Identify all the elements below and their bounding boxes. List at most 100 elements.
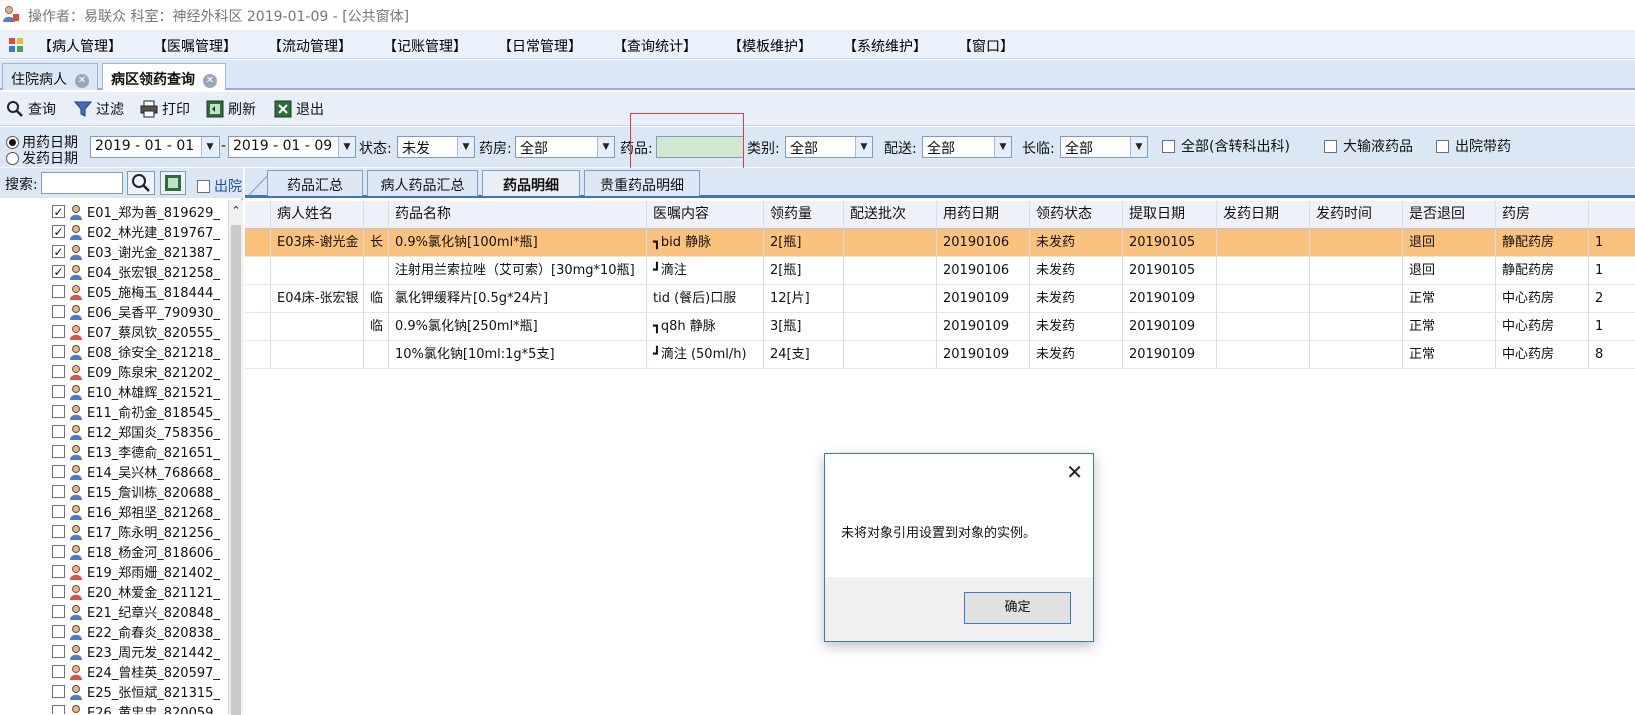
cell-returned[interactable]: 正常 bbox=[1403, 313, 1496, 341]
cell-dispense-date[interactable] bbox=[1217, 257, 1310, 285]
column-header-pharmacy[interactable]: 药房 bbox=[1496, 201, 1589, 229]
patient-list-item[interactable]: E16_郑祖坚_821268_ bbox=[52, 502, 220, 521]
patient-list-item[interactable]: E26_黄忠忠_820059_ bbox=[52, 702, 220, 714]
cell-delivery-batch[interactable] bbox=[844, 341, 937, 369]
radio-dispense-date[interactable]: 发药日期 bbox=[6, 148, 78, 168]
column-header-extra[interactable] bbox=[1589, 201, 1635, 229]
patient-list-item[interactable]: E14_吴兴林_768668_ bbox=[52, 462, 220, 481]
checkbox[interactable] bbox=[52, 445, 65, 458]
radio-button[interactable] bbox=[6, 151, 19, 165]
close-icon[interactable]: ✕ bbox=[203, 74, 217, 88]
patient-list-item[interactable]: E11_俞礽金_818545_ bbox=[52, 402, 220, 421]
close-icon[interactable]: ✕ bbox=[75, 74, 89, 88]
tab-valuable-drug-detail[interactable]: 贵重药品明细 bbox=[584, 170, 700, 196]
patient-list-item[interactable]: E12_郑国炎_758356_ bbox=[52, 422, 220, 441]
checkbox[interactable] bbox=[52, 205, 65, 218]
cell-dispense-time[interactable] bbox=[1310, 341, 1403, 369]
cell-order-content[interactable]: ┛滴注 (50ml/h) bbox=[647, 341, 764, 369]
cell-dispense-time[interactable] bbox=[1310, 229, 1403, 257]
cell-extra[interactable]: 2 bbox=[1589, 285, 1635, 313]
cell-dispense-date[interactable] bbox=[1217, 285, 1310, 313]
cell-status[interactable]: 未发药 bbox=[1030, 341, 1123, 369]
checkbox[interactable] bbox=[52, 545, 65, 558]
cell-use-date[interactable]: 20190106 bbox=[937, 257, 1030, 285]
cell-extra[interactable]: 8 bbox=[1589, 341, 1635, 369]
cell-delivery-batch[interactable] bbox=[844, 257, 937, 285]
cell-quantity[interactable]: 2[瓶] bbox=[764, 257, 844, 285]
cell-pharmacy[interactable]: 中心药房 bbox=[1496, 341, 1589, 369]
checkbox[interactable] bbox=[52, 665, 65, 678]
cell-patient-name[interactable] bbox=[271, 257, 364, 285]
cell-long-temp[interactable]: 长 bbox=[364, 229, 389, 257]
checkbox[interactable] bbox=[197, 179, 210, 193]
chevron-down-icon[interactable]: ▼ bbox=[338, 137, 355, 157]
cell-returned[interactable]: 退回 bbox=[1403, 257, 1496, 285]
cell-use-date[interactable]: 20190106 bbox=[937, 229, 1030, 257]
chevron-down-icon[interactable]: ▼ bbox=[855, 137, 872, 157]
cell-long-temp[interactable] bbox=[364, 257, 389, 285]
column-header-returned[interactable]: 是否退回 bbox=[1403, 201, 1496, 229]
patient-list-item[interactable]: E24_曾桂英_820597_ bbox=[52, 662, 220, 681]
chevron-down-icon[interactable]: ▼ bbox=[597, 137, 614, 157]
patient-list-item[interactable]: E22_俞春炎_820838_ bbox=[52, 622, 220, 641]
patient-list-item[interactable]: E10_林雄辉_821521_ bbox=[52, 382, 220, 401]
cell-use-date[interactable]: 20190109 bbox=[937, 285, 1030, 313]
column-header-row-marker[interactable] bbox=[245, 201, 271, 229]
patient-list-item[interactable]: E06_吴香平_790930_ bbox=[52, 302, 220, 321]
checkbox[interactable] bbox=[52, 305, 65, 318]
cell-delivery-batch[interactable] bbox=[844, 285, 937, 313]
menu-icon[interactable] bbox=[8, 37, 24, 53]
cell-quantity[interactable]: 24[支] bbox=[764, 341, 844, 369]
date-to-picker[interactable]: 2019 - 01 - 09 bbox=[228, 136, 356, 158]
menu-billing-mgmt[interactable]: 【记账管理】 bbox=[383, 36, 467, 56]
cell-pharmacy[interactable]: 静配药房 bbox=[1496, 257, 1589, 285]
cell-extract-date[interactable]: 20190105 bbox=[1123, 229, 1217, 257]
patient-list-item[interactable]: E20_林爱金_821121_ bbox=[52, 582, 220, 601]
checkbox[interactable] bbox=[52, 345, 65, 358]
checkbox[interactable] bbox=[1324, 139, 1337, 153]
tab-ward-drug-query[interactable]: 病区领药查询 ✕ bbox=[102, 63, 226, 90]
cell-patient-name[interactable] bbox=[271, 341, 364, 369]
checkbox[interactable] bbox=[52, 565, 65, 578]
refresh-button[interactable]: 刷新 bbox=[206, 99, 256, 119]
column-header-dispense-time[interactable]: 发药时间 bbox=[1310, 201, 1403, 229]
cell-pharmacy[interactable]: 中心药房 bbox=[1496, 285, 1589, 313]
cell-drug-name[interactable]: 0.9%氯化钠[100ml*瓶] bbox=[389, 229, 647, 257]
checkbox[interactable] bbox=[52, 245, 65, 258]
ok-button[interactable]: 确定 bbox=[964, 592, 1071, 624]
cell-drug-name[interactable]: 10%氯化钠[10ml:1g*5支] bbox=[389, 341, 647, 369]
cell-status[interactable]: 未发药 bbox=[1030, 285, 1123, 313]
cell-drug-name[interactable]: 0.9%氯化钠[250ml*瓶] bbox=[389, 313, 647, 341]
column-header-order-content[interactable]: 医嘱内容 bbox=[647, 201, 764, 229]
cell-pharmacy[interactable]: 中心药房 bbox=[1496, 313, 1589, 341]
discharge-drug-checkbox[interactable]: 出院带药 bbox=[1436, 136, 1511, 156]
cell-extract-date[interactable]: 20190109 bbox=[1123, 285, 1217, 313]
patient-list-item[interactable]: E15_詹训栋_820688_ bbox=[52, 482, 220, 501]
checkbox[interactable] bbox=[52, 325, 65, 338]
cell-status[interactable]: 未发药 bbox=[1030, 229, 1123, 257]
checkbox[interactable] bbox=[52, 685, 65, 698]
cell-row-marker[interactable] bbox=[245, 285, 271, 313]
menu-daily-mgmt[interactable]: 【日常管理】 bbox=[498, 36, 582, 56]
menu-template-maint[interactable]: 【模板维护】 bbox=[728, 36, 812, 56]
cell-long-temp[interactable] bbox=[364, 341, 389, 369]
cell-returned[interactable]: 退回 bbox=[1403, 229, 1496, 257]
checkbox[interactable] bbox=[52, 585, 65, 598]
chevron-down-icon[interactable]: ▼ bbox=[994, 137, 1011, 157]
column-header-status[interactable]: 领药状态 bbox=[1030, 201, 1123, 229]
patient-list-item[interactable]: E19_郑雨姗_821402_ bbox=[52, 562, 220, 581]
menu-order-mgmt[interactable]: 【医嘱管理】 bbox=[153, 36, 237, 56]
patient-list-item[interactable]: E07_蔡凤钦_820555_ bbox=[52, 322, 220, 341]
menu-flow-mgmt[interactable]: 【流动管理】 bbox=[268, 36, 352, 56]
checkbox[interactable] bbox=[52, 225, 65, 238]
checkbox[interactable] bbox=[1436, 139, 1449, 153]
cell-status[interactable]: 未发药 bbox=[1030, 313, 1123, 341]
cell-order-content[interactable]: ┓q8h 静脉 bbox=[647, 313, 764, 341]
cell-delivery-batch[interactable] bbox=[844, 313, 937, 341]
tab-drug-detail[interactable]: 药品明细 bbox=[482, 170, 580, 196]
patient-list-item[interactable]: E05_施梅玉_818444_ bbox=[52, 282, 220, 301]
cell-pharmacy[interactable]: 静配药房 bbox=[1496, 229, 1589, 257]
cell-quantity[interactable]: 2[瓶] bbox=[764, 229, 844, 257]
cell-drug-name[interactable]: 氯化钾缓释片[0.5g*24片] bbox=[389, 285, 647, 313]
checkbox[interactable] bbox=[52, 625, 65, 638]
